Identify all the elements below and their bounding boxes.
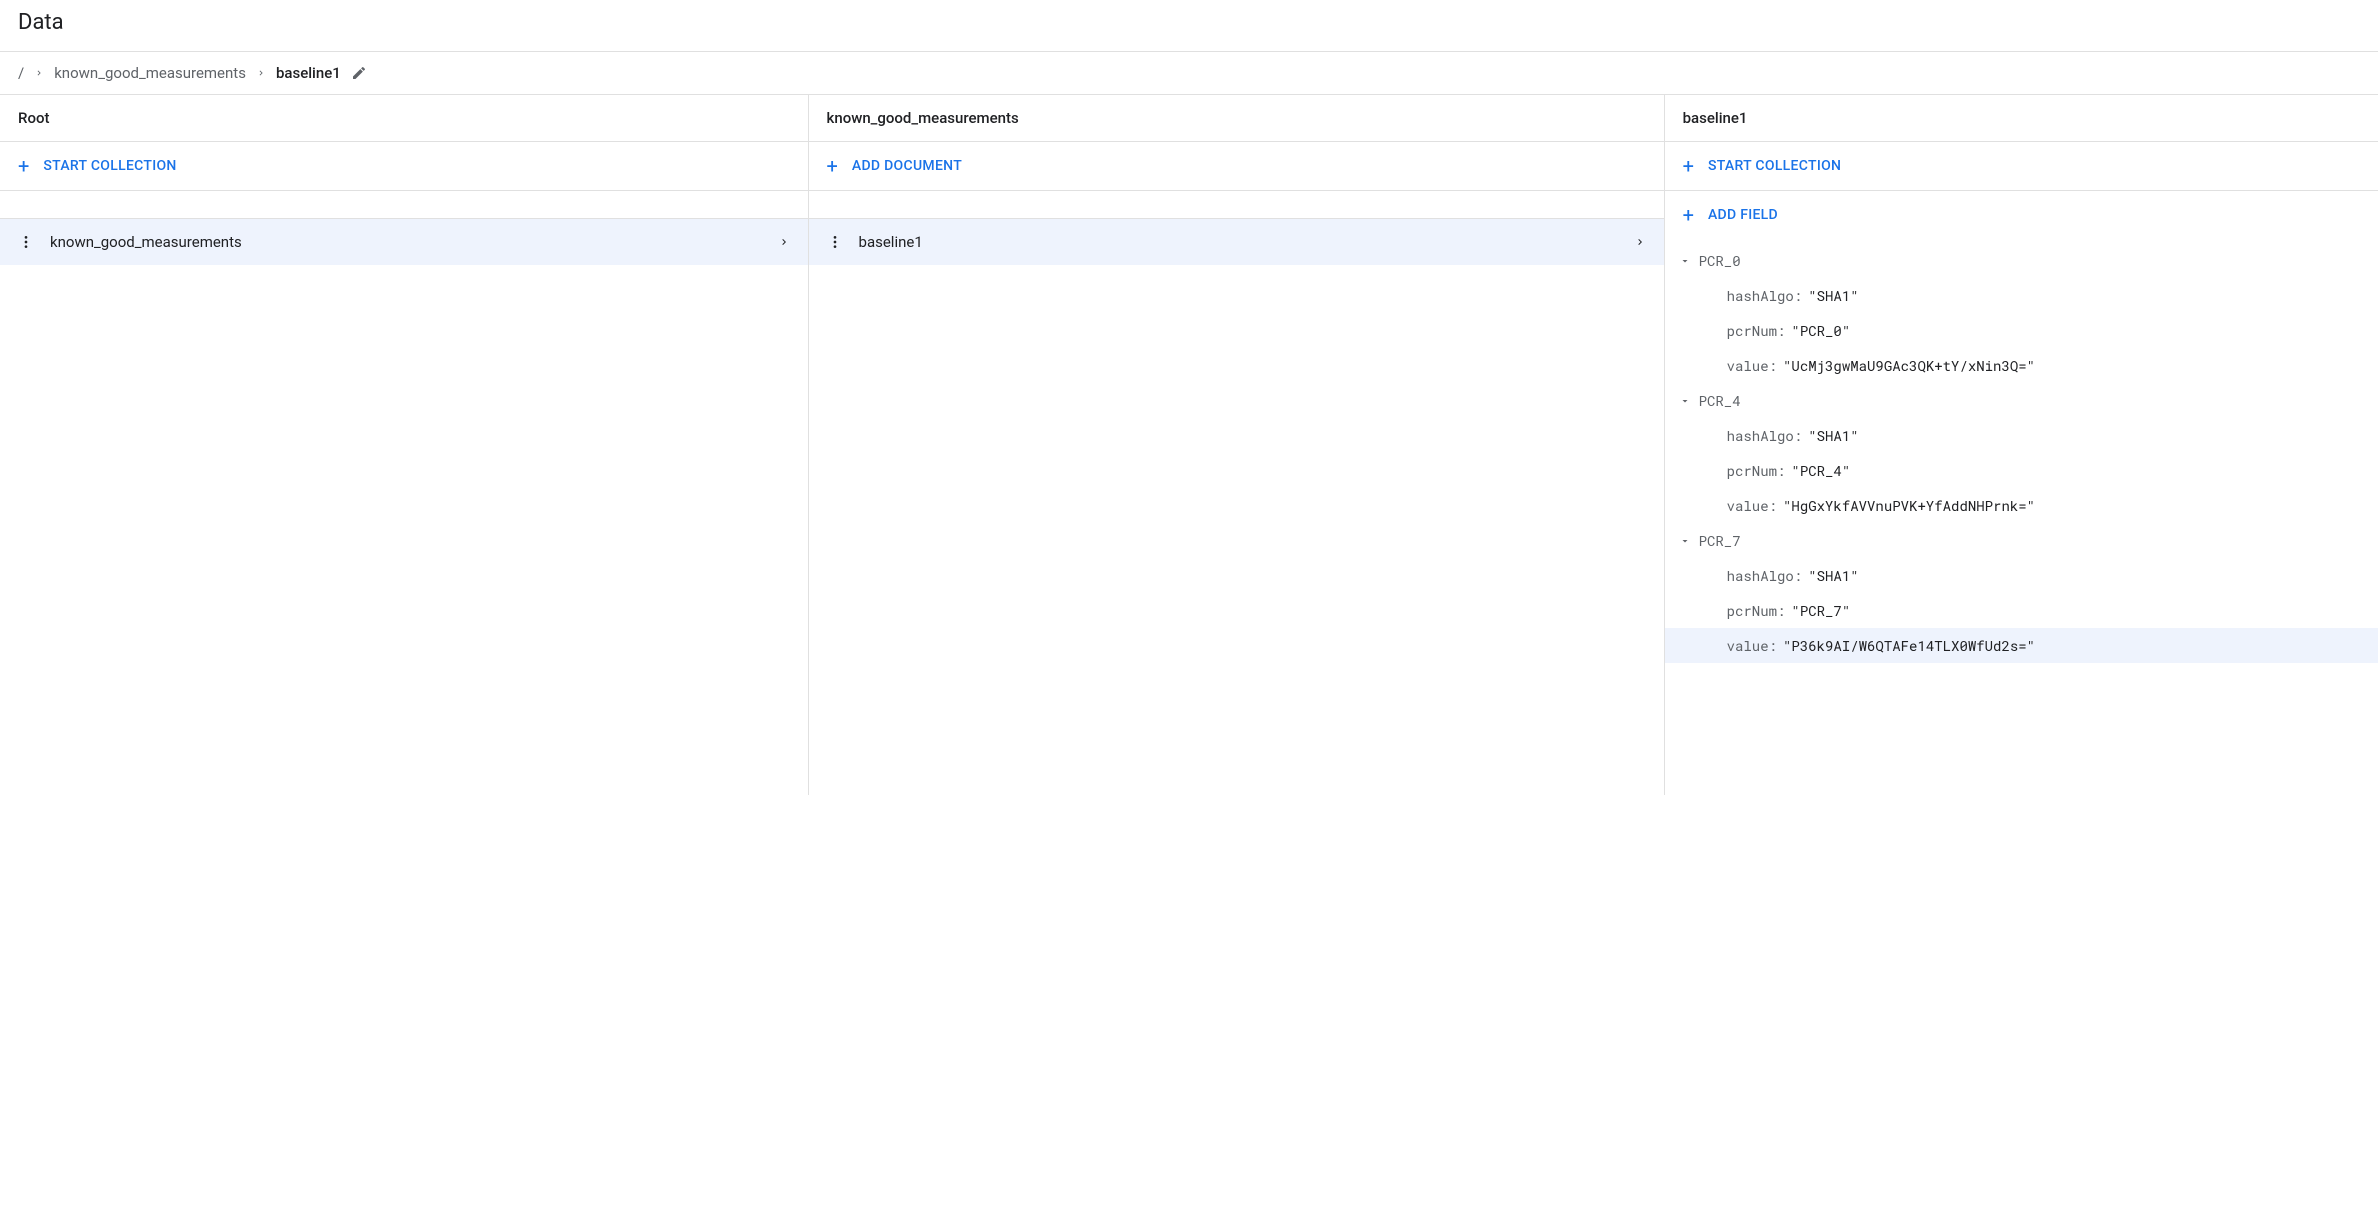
subfield-value: "PCR_0" [1791,321,1850,340]
field-group: PCR_7 hashAlgo: "SHA1" pcrNum: "PCR_7" v… [1665,523,2378,663]
subfield-key: value: [1727,356,1777,375]
plus-icon: + [1683,156,1694,176]
expand-icon[interactable] [1679,255,1691,267]
chevron-right-icon [1634,236,1646,248]
field-key-row[interactable]: PCR_7 [1665,523,2378,558]
panel-root: Root + START COLLECTION known_good_measu… [0,95,809,795]
more-vert-icon[interactable] [18,234,34,250]
subfield-key: value: [1727,496,1777,515]
action-label: START COLLECTION [1708,158,1841,174]
subfield-row[interactable]: pcrNum: "PCR_7" [1665,593,2378,628]
subfield-row[interactable]: hashAlgo: "SHA1" [1665,558,2378,593]
subfield-key: pcrNum: [1727,461,1786,480]
subfield-value: "UcMj3gwMaU9GAc3QK+tY/xNin3Q=" [1783,356,2035,375]
subfield-value: "P36k9AI/W6QTAFe14TLX0WfUd2s=" [1783,636,2035,655]
subfield-row[interactable]: hashAlgo: "SHA1" [1665,278,2378,313]
subfield-key: pcrNum: [1727,321,1786,340]
subfield-key: hashAlgo: [1727,426,1803,445]
chevron-right-icon [778,236,790,248]
subfield-value: "SHA1" [1808,426,1858,445]
plus-icon: + [827,156,838,176]
breadcrumb: / known_good_measurements baseline1 [0,52,2378,94]
subfield-row[interactable]: pcrNum: "PCR_4" [1665,453,2378,488]
spacer [0,191,808,219]
panel-header-document: baseline1 [1665,95,2378,142]
fields-list: PCR_0 hashAlgo: "SHA1" pcrNum: "PCR_0" v… [1665,239,2378,663]
subfield-key: hashAlgo: [1727,286,1803,305]
action-label: ADD DOCUMENT [852,158,962,174]
edit-icon[interactable] [351,65,367,81]
field-key: PCR_4 [1699,391,1741,410]
document-item-label: baseline1 [859,233,923,251]
action-label: START COLLECTION [43,158,176,174]
add-field-button[interactable]: + ADD FIELD [1665,191,2378,239]
subfield-value: "HgGxYkfAVVnuPVK+YfAddNHPrnk=" [1783,496,2035,515]
plus-icon: + [18,156,29,176]
field-key-row[interactable]: PCR_4 [1665,383,2378,418]
subfield-row[interactable]: pcrNum: "PCR_0" [1665,313,2378,348]
expand-icon[interactable] [1679,535,1691,547]
expand-icon[interactable] [1679,395,1691,407]
start-collection-button[interactable]: + START COLLECTION [1665,142,2378,191]
field-key: PCR_7 [1699,531,1741,550]
subfield-value: "PCR_7" [1791,601,1850,620]
breadcrumb-root[interactable]: / [18,64,24,82]
subfield-row[interactable]: value: "HgGxYkfAVVnuPVK+YfAddNHPrnk=" [1665,488,2378,523]
subfield-row[interactable]: value: "P36k9AI/W6QTAFe14TLX0WfUd2s=" [1665,628,2378,663]
chevron-right-icon [256,68,266,78]
subfield-value: "PCR_4" [1791,461,1850,480]
subfield-row[interactable]: value: "UcMj3gwMaU9GAc3QK+tY/xNin3Q=" [1665,348,2378,383]
field-group: PCR_0 hashAlgo: "SHA1" pcrNum: "PCR_0" v… [1665,243,2378,383]
subfield-value: "SHA1" [1808,566,1858,585]
field-group: PCR_4 hashAlgo: "SHA1" pcrNum: "PCR_4" v… [1665,383,2378,523]
panel-collection: known_good_measurements + ADD DOCUMENT b… [809,95,1665,795]
collection-item-label: known_good_measurements [50,233,242,251]
action-label: ADD FIELD [1708,207,1778,223]
subfield-key: value: [1727,636,1777,655]
plus-icon: + [1683,205,1694,225]
panel-header-root: Root [0,95,808,142]
field-key-row[interactable]: PCR_0 [1665,243,2378,278]
collection-item[interactable]: known_good_measurements [0,219,808,265]
page-title: Data [0,0,2378,51]
more-vert-icon[interactable] [827,234,843,250]
breadcrumb-document[interactable]: baseline1 [276,64,341,82]
subfield-key: hashAlgo: [1727,566,1803,585]
subfield-key: pcrNum: [1727,601,1786,620]
spacer [809,191,1664,219]
field-key: PCR_0 [1699,251,1741,270]
panel-document: baseline1 + START COLLECTION + ADD FIELD… [1665,95,2378,795]
chevron-right-icon [34,68,44,78]
document-item[interactable]: baseline1 [809,219,1664,265]
add-document-button[interactable]: + ADD DOCUMENT [809,142,1664,191]
start-collection-button[interactable]: + START COLLECTION [0,142,808,191]
subfield-value: "SHA1" [1808,286,1858,305]
breadcrumb-collection[interactable]: known_good_measurements [54,64,246,82]
subfield-row[interactable]: hashAlgo: "SHA1" [1665,418,2378,453]
panel-header-collection: known_good_measurements [809,95,1664,142]
